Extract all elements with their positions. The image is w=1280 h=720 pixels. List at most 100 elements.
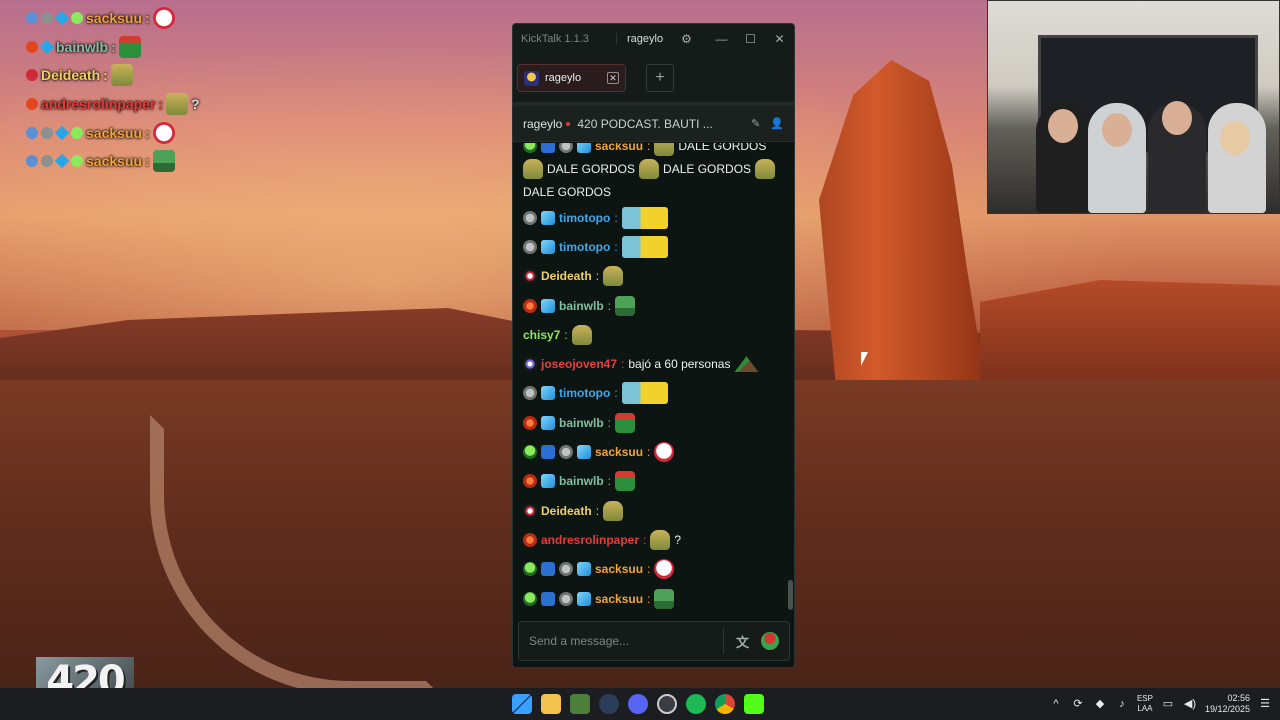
minimize-icon[interactable]: — (707, 32, 736, 46)
chat-colon: : (647, 562, 651, 577)
chat-message: sacksuu: (523, 555, 789, 584)
pickle-emote-icon (755, 159, 776, 179)
volume-icon[interactable]: ◀) (1183, 698, 1197, 710)
alien-badge-icon (71, 126, 83, 139)
chat-message: chisy7: (523, 320, 789, 349)
webcam-head (1102, 113, 1132, 147)
start-icon[interactable] (512, 694, 532, 714)
translate-icon[interactable]: 文 (736, 632, 749, 651)
chevron-up-icon[interactable]: ^ (1049, 698, 1063, 710)
clock[interactable]: 02:56 19/12/2025 (1205, 693, 1250, 715)
chat-username[interactable]: bainwlb (559, 412, 604, 434)
close-icon[interactable]: ✕ (765, 32, 794, 46)
overlay-row: sacksuu: (26, 4, 266, 33)
chat-scrollbar[interactable] (788, 580, 793, 610)
clock-time: 02:56 (1227, 693, 1250, 703)
language-indicator[interactable]: ESP LAA (1137, 694, 1153, 714)
pin-icon[interactable]: ✎ (751, 117, 760, 130)
file-explorer-icon[interactable] (541, 694, 561, 714)
alien-badge-icon (71, 155, 83, 168)
gray-badge-icon (523, 386, 537, 401)
chat-username[interactable]: timotopo (559, 207, 610, 229)
spotify-icon[interactable] (686, 694, 706, 714)
chat-username[interactable]: timotopo (559, 236, 610, 258)
message-composer[interactable]: Send a message... 文 (518, 621, 790, 661)
hammer-badge-icon (541, 591, 555, 606)
sync-icon[interactable]: ⟳ (1071, 698, 1085, 710)
chat-colon: : (564, 327, 568, 342)
steam-icon[interactable] (599, 694, 619, 714)
settings-gear-icon[interactable]: ⚙ (673, 32, 700, 46)
chat-colon: : (614, 210, 618, 225)
gray-badge-icon (523, 210, 537, 225)
chat-message: andresrolinpaper: ? (523, 525, 789, 554)
chat-username[interactable]: timotopo (559, 382, 610, 404)
cube-badge-icon (541, 386, 555, 401)
cube-badge-icon (541, 210, 555, 225)
webcam-overlay (987, 0, 1280, 214)
chat-message: bainwlb: (523, 291, 789, 320)
ducks-emote-icon (621, 206, 668, 229)
webcam-head (1220, 121, 1250, 155)
chat-username[interactable]: joseojoven47 (541, 353, 617, 375)
shield-icon[interactable]: ◆ (1093, 698, 1107, 710)
skull-emote-icon (152, 7, 175, 30)
overlay-row: sacksuu: (26, 118, 266, 147)
user-icon[interactable]: 👤 (770, 117, 784, 130)
chat-username[interactable]: sacksuu (595, 588, 643, 610)
pickle-emote-icon (571, 324, 592, 345)
tab-strip: rageylo ✕ + (513, 54, 794, 106)
notifications-icon[interactable]: ☰ (1258, 698, 1272, 710)
pickle-emote-icon (603, 266, 624, 287)
chat-username[interactable]: sacksuu (595, 558, 643, 580)
hammer-badge-icon (541, 445, 555, 460)
chat-username[interactable]: bainwlb (559, 295, 604, 317)
tree-emote-icon (734, 356, 759, 373)
maximize-icon[interactable]: ☐ (736, 32, 765, 46)
red-badge-icon (523, 474, 537, 489)
overlay-row: bainwlb: (26, 33, 266, 62)
chat-log[interactable]: sacksuu: DALE GORDOS DALE GORDOS DALE GO… (513, 143, 789, 613)
chat-text: DALE GORDOS (523, 185, 612, 199)
emote-picker-icon[interactable] (761, 632, 779, 650)
message-input[interactable]: Send a message... (529, 634, 723, 648)
add-tab-button[interactable]: + (646, 64, 674, 92)
overlay-row: Deideath: (26, 61, 266, 90)
tab-close-icon[interactable]: ✕ (607, 72, 619, 84)
cube-badge-icon (541, 415, 555, 430)
channel-avatar (524, 70, 539, 86)
chat-username[interactable]: Deideath (541, 265, 592, 287)
network-icon[interactable]: ▭ (1161, 698, 1175, 710)
chat-username[interactable]: andresrolinpaper (541, 529, 639, 551)
overlay-username: Deideath (41, 67, 101, 84)
overlay-username: sacksuu (86, 10, 143, 27)
chat-username[interactable]: bainwlb (559, 470, 604, 492)
tab-rageylo[interactable]: rageylo ✕ (517, 64, 626, 92)
discord-icon[interactable] (628, 694, 648, 714)
composer-divider (722, 628, 724, 654)
chat-username[interactable]: chisy7 (523, 324, 560, 346)
account-button[interactable]: rageylo (616, 33, 673, 45)
chat-text: ? (674, 532, 682, 547)
alien-badge-icon (523, 562, 537, 577)
webcam-person (1208, 103, 1266, 213)
chat-username[interactable]: Deideath (541, 500, 592, 522)
overlay-username: sacksuu (86, 153, 143, 170)
alien-badge-icon (71, 12, 83, 25)
cube-badge-icon (39, 39, 55, 55)
kicktalk-icon[interactable] (744, 694, 764, 714)
chat-username[interactable]: sacksuu (595, 143, 643, 157)
chat-username[interactable]: sacksuu (595, 441, 643, 463)
hammer-badge-icon (26, 12, 38, 25)
chrome-icon[interactable] (715, 694, 735, 714)
chat-text: DALE GORDOS (547, 162, 636, 176)
cube-badge-icon (541, 298, 555, 313)
cube-badge-icon (541, 239, 555, 254)
obs-icon[interactable] (657, 694, 677, 714)
app-icon[interactable] (570, 694, 590, 714)
target-badge-icon (523, 357, 537, 372)
gray-badge-icon (523, 239, 537, 254)
skull-emote-icon (654, 442, 675, 463)
chat-colon: : (595, 503, 600, 518)
microphone-icon[interactable]: ♪ (1115, 698, 1129, 710)
